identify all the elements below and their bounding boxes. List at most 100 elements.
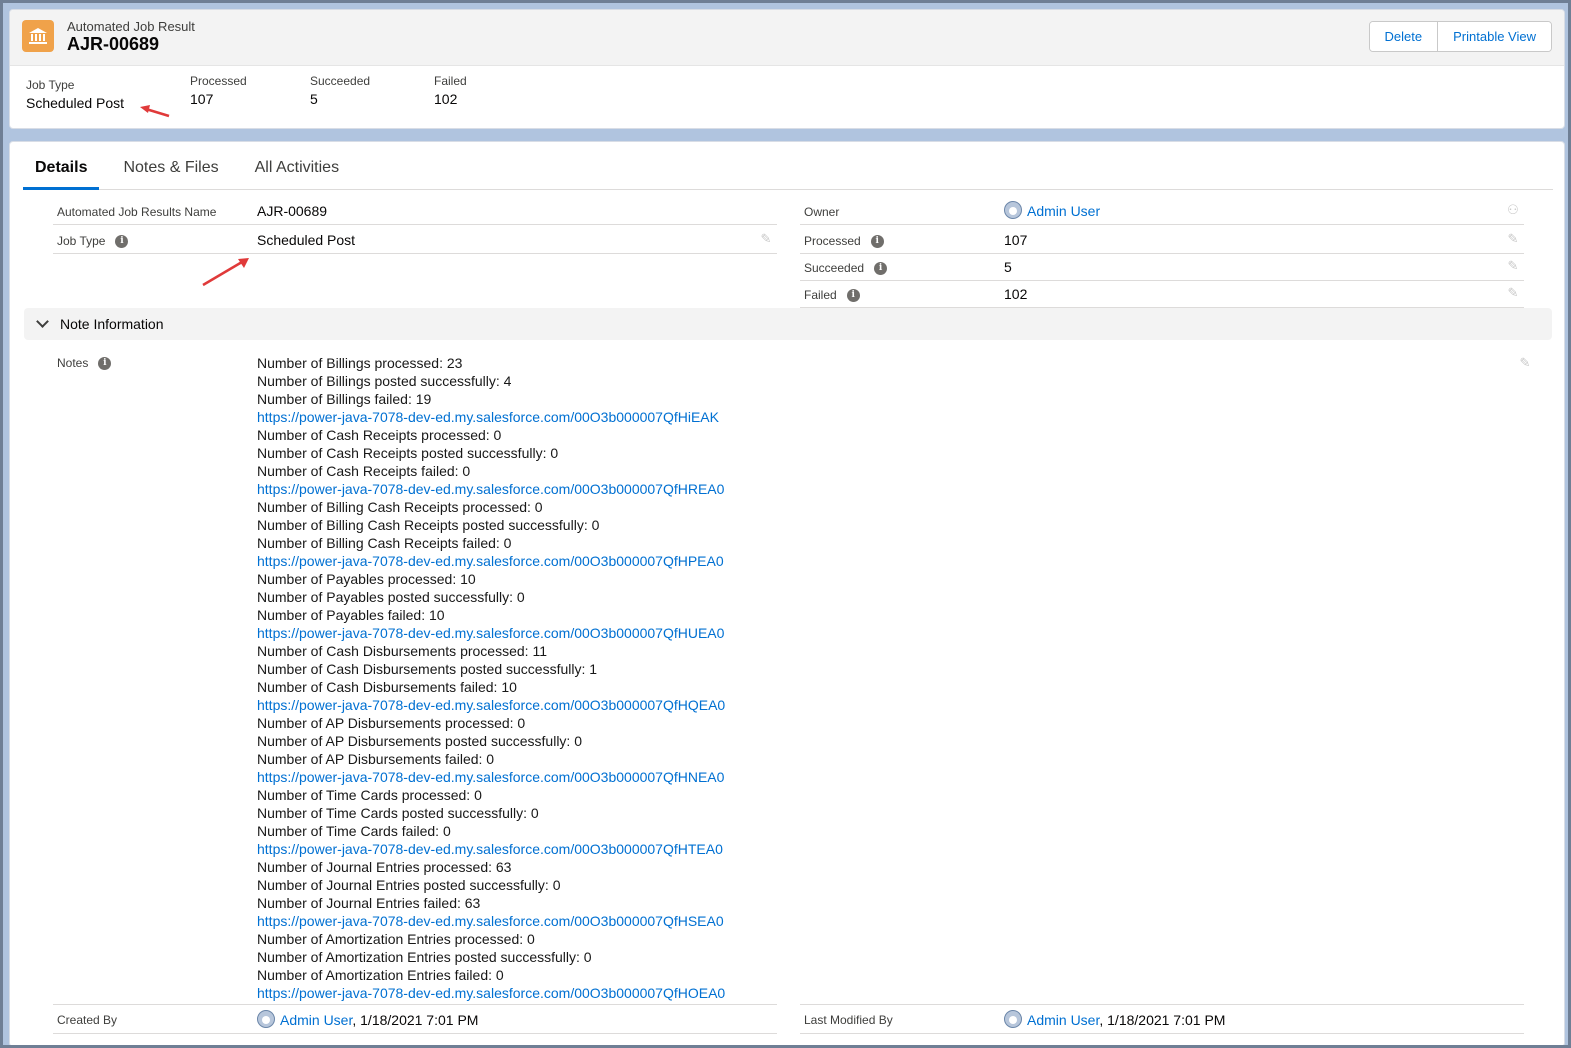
- last-modified-by-link[interactable]: Admin User: [1027, 1012, 1099, 1028]
- info-icon[interactable]: i: [874, 261, 888, 275]
- pencil-icon[interactable]: ✎: [1506, 286, 1520, 300]
- note-line: Number of Billings failed: 19: [257, 391, 432, 407]
- chevron-down-icon: [36, 315, 49, 328]
- field-automated-job-results-name: Automated Job Results Name AJR-00689: [53, 197, 777, 225]
- note-line: Number of Time Cards posted successfully…: [257, 805, 539, 821]
- printable-view-button[interactable]: Printable View: [1437, 22, 1551, 51]
- info-icon[interactable]: i: [115, 234, 129, 248]
- details-card: Details Notes & Files All Activities Aut…: [9, 141, 1565, 1045]
- user-avatar-icon: [1004, 1010, 1022, 1028]
- created-date: , 1/18/2021 7:01 PM: [352, 1012, 479, 1028]
- note-line: Number of Billing Cash Receipts posted s…: [257, 517, 600, 533]
- note-report-link[interactable]: https://power-java-7078-dev-ed.my.salesf…: [257, 552, 1057, 570]
- highlight-succeeded: Succeeded 5: [310, 74, 370, 107]
- highlight-value: 102: [434, 91, 458, 107]
- note-line: Number of AP Disbursements posted succes…: [257, 733, 583, 749]
- info-icon[interactable]: i: [870, 234, 884, 248]
- pencil-icon[interactable]: ✎: [1506, 259, 1520, 273]
- note-report-link[interactable]: https://power-java-7078-dev-ed.my.salesf…: [257, 912, 1057, 930]
- note-report-link[interactable]: https://power-java-7078-dev-ed.my.salesf…: [257, 624, 1057, 642]
- highlights-panel: Job Type Scheduled Post Processed 107 Su…: [10, 66, 1564, 128]
- field-label: Processed i: [804, 234, 884, 248]
- change-owner-icon[interactable]: ⚇: [1506, 203, 1520, 217]
- notes-value: Number of Billings processed: 23 Number o…: [257, 354, 1057, 1002]
- app-frame: Automated Job Result AJR-00689 Delete Pr…: [0, 0, 1571, 1048]
- note-line: Number of Cash Receipts processed: 0: [257, 427, 502, 443]
- info-icon[interactable]: i: [846, 288, 860, 302]
- annotation-arrow: [140, 105, 170, 118]
- pencil-icon[interactable]: ✎: [1506, 232, 1520, 246]
- note-report-link[interactable]: https://power-java-7078-dev-ed.my.salesf…: [257, 768, 1057, 786]
- field-label-text: Succeeded: [804, 261, 865, 275]
- record-name: AJR-00689: [67, 34, 160, 54]
- highlight-label: Failed: [434, 74, 467, 88]
- note-line: Number of Cash Receipts failed: 0: [257, 463, 471, 479]
- field-value: 5: [1004, 259, 1012, 275]
- note-report-link[interactable]: https://power-java-7078-dev-ed.my.salesf…: [257, 408, 1057, 426]
- note-report-link[interactable]: https://power-java-7078-dev-ed.my.salesf…: [257, 984, 1057, 1002]
- tab-all-activities[interactable]: All Activities: [237, 142, 357, 190]
- header-button-group: Delete Printable View: [1368, 21, 1552, 52]
- pencil-icon[interactable]: ✎: [759, 232, 773, 246]
- field-label: Created By: [57, 1013, 118, 1027]
- highlight-label: Succeeded: [310, 74, 371, 88]
- highlight-processed: Processed 107: [190, 74, 247, 107]
- note-report-link[interactable]: https://power-java-7078-dev-ed.my.salesf…: [257, 480, 1057, 498]
- note-line: Number of Cash Receipts posted successfu…: [257, 445, 559, 461]
- note-line: Number of Cash Disbursements posted succ…: [257, 661, 598, 677]
- field-label-text: Failed: [804, 288, 837, 302]
- pencil-icon[interactable]: ✎: [1518, 356, 1532, 370]
- note-line: Number of Billings processed: 23: [257, 355, 463, 371]
- field-label: Owner: [804, 205, 840, 219]
- field-job-type: Job Type i Scheduled Post ✎: [53, 226, 777, 254]
- user-avatar-icon: [1004, 201, 1022, 219]
- field-succeeded: Succeeded i 5 ✎: [800, 253, 1524, 281]
- notes-label: Notes i: [57, 356, 112, 370]
- field-label: Last Modified By: [804, 1013, 893, 1027]
- highlight-job-type: Job Type Scheduled Post: [26, 78, 124, 111]
- note-line: Number of AP Disbursements failed: 0: [257, 751, 495, 767]
- note-line: Number of Billings posted successfully: …: [257, 373, 512, 389]
- record-tabs: Details Notes & Files All Activities: [23, 142, 1553, 190]
- note-report-link[interactable]: https://power-java-7078-dev-ed.my.salesf…: [257, 696, 1057, 714]
- field-label-text: Job Type: [57, 234, 106, 248]
- note-line: Number of Journal Entries processed: 63: [257, 859, 512, 875]
- note-line: Number of Amortization Entries processed…: [257, 931, 535, 947]
- created-by-link[interactable]: Admin User: [280, 1012, 352, 1028]
- note-line: Number of Amortization Entries posted su…: [257, 949, 592, 965]
- record-header-top: Automated Job Result AJR-00689 Delete Pr…: [10, 10, 1564, 66]
- field-created-by: Created By Admin User, 1/18/2021 7:01 PM: [53, 1004, 777, 1034]
- note-line: Number of Cash Disbursements failed: 10: [257, 679, 517, 695]
- note-report-link[interactable]: https://power-java-7078-dev-ed.my.salesf…: [257, 840, 1057, 858]
- highlight-label: Processed: [190, 74, 247, 88]
- user-avatar-icon: [257, 1010, 275, 1028]
- field-value: Admin User, 1/18/2021 7:01 PM: [1004, 1010, 1225, 1028]
- field-last-modified-by: Last Modified By Admin User, 1/18/2021 7…: [800, 1004, 1524, 1034]
- field-label: Automated Job Results Name: [57, 205, 217, 219]
- field-value: AJR-00689: [257, 203, 328, 219]
- highlight-failed: Failed 102: [434, 74, 467, 107]
- note-line: Number of Billing Cash Receipts failed: …: [257, 535, 512, 551]
- owner-link[interactable]: Admin User: [1027, 203, 1100, 219]
- note-line: Number of Payables processed: 10: [257, 571, 476, 587]
- field-value: Admin User, 1/18/2021 7:01 PM: [257, 1010, 478, 1028]
- field-label: Job Type i: [57, 234, 129, 248]
- field-processed: Processed i 107 ✎: [800, 226, 1524, 254]
- highlight-label: Job Type: [26, 78, 75, 92]
- info-icon[interactable]: i: [98, 356, 112, 370]
- annotation-arrow: [202, 258, 249, 287]
- field-value: Admin User: [1004, 201, 1100, 219]
- tab-notes-files[interactable]: Notes & Files: [105, 142, 236, 190]
- delete-button[interactable]: Delete: [1369, 22, 1438, 51]
- note-line: Number of Payables posted successfully: …: [257, 589, 525, 605]
- note-information-section-header[interactable]: Note Information: [24, 308, 1552, 340]
- field-failed: Failed i 102 ✎: [800, 280, 1524, 308]
- note-line: Number of AP Disbursements processed: 0: [257, 715, 526, 731]
- field-label-text: Notes: [57, 356, 89, 370]
- field-label: Failed i: [804, 288, 860, 302]
- field-value: Scheduled Post: [257, 232, 356, 248]
- tab-details[interactable]: Details: [23, 142, 100, 190]
- section-title: Note Information: [60, 316, 164, 332]
- record-type-label: Automated Job Result: [67, 19, 195, 34]
- field-owner: Owner Admin User ⚇: [800, 197, 1524, 225]
